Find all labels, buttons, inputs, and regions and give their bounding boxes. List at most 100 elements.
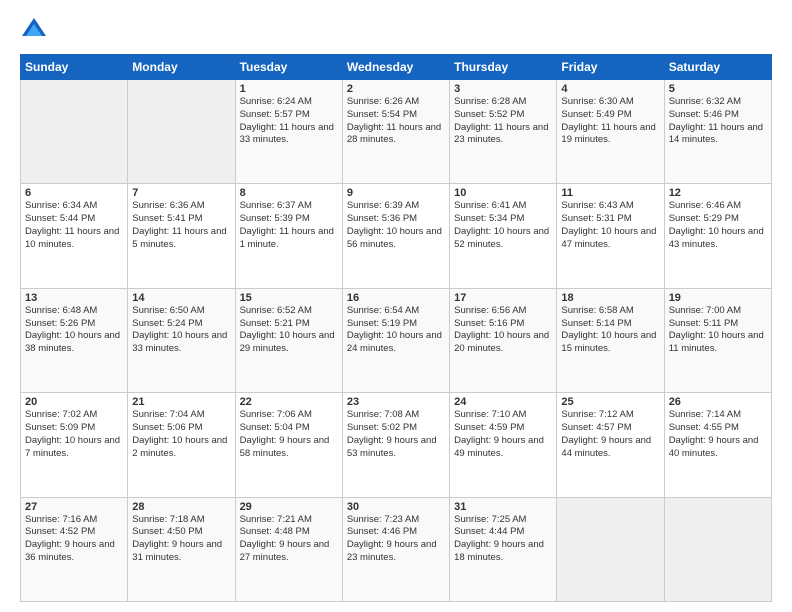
day-header: Saturday xyxy=(664,55,771,80)
calendar-cell: 1Sunrise: 6:24 AM Sunset: 5:57 PM Daylig… xyxy=(235,80,342,184)
day-number: 8 xyxy=(240,187,338,199)
day-header: Tuesday xyxy=(235,55,342,80)
calendar-cell: 28Sunrise: 7:18 AM Sunset: 4:50 PM Dayli… xyxy=(128,497,235,601)
calendar-cell: 9Sunrise: 6:39 AM Sunset: 5:36 PM Daylig… xyxy=(342,184,449,288)
calendar-cell: 24Sunrise: 7:10 AM Sunset: 4:59 PM Dayli… xyxy=(450,393,557,497)
calendar-cell: 19Sunrise: 7:00 AM Sunset: 5:11 PM Dayli… xyxy=(664,288,771,392)
calendar-cell: 11Sunrise: 6:43 AM Sunset: 5:31 PM Dayli… xyxy=(557,184,664,288)
day-info: Sunrise: 6:39 AM Sunset: 5:36 PM Dayligh… xyxy=(347,200,445,251)
day-header: Sunday xyxy=(21,55,128,80)
calendar-cell: 30Sunrise: 7:23 AM Sunset: 4:46 PM Dayli… xyxy=(342,497,449,601)
day-header: Friday xyxy=(557,55,664,80)
day-number: 24 xyxy=(454,396,552,408)
day-info: Sunrise: 6:36 AM Sunset: 5:41 PM Dayligh… xyxy=(132,200,230,251)
calendar-cell: 8Sunrise: 6:37 AM Sunset: 5:39 PM Daylig… xyxy=(235,184,342,288)
calendar-cell xyxy=(664,497,771,601)
day-number: 23 xyxy=(347,396,445,408)
calendar-cell: 5Sunrise: 6:32 AM Sunset: 5:46 PM Daylig… xyxy=(664,80,771,184)
calendar-cell xyxy=(21,80,128,184)
day-info: Sunrise: 6:24 AM Sunset: 5:57 PM Dayligh… xyxy=(240,96,338,147)
calendar-cell: 23Sunrise: 7:08 AM Sunset: 5:02 PM Dayli… xyxy=(342,393,449,497)
day-number: 6 xyxy=(25,187,123,199)
day-number: 5 xyxy=(669,83,767,95)
day-number: 19 xyxy=(669,292,767,304)
day-number: 15 xyxy=(240,292,338,304)
day-header: Thursday xyxy=(450,55,557,80)
logo xyxy=(20,16,52,44)
day-info: Sunrise: 6:50 AM Sunset: 5:24 PM Dayligh… xyxy=(132,305,230,356)
calendar-cell: 7Sunrise: 6:36 AM Sunset: 5:41 PM Daylig… xyxy=(128,184,235,288)
calendar-cell xyxy=(557,497,664,601)
day-number: 29 xyxy=(240,501,338,513)
calendar-week-row: 20Sunrise: 7:02 AM Sunset: 5:09 PM Dayli… xyxy=(21,393,772,497)
day-header: Monday xyxy=(128,55,235,80)
day-number: 26 xyxy=(669,396,767,408)
calendar-cell: 20Sunrise: 7:02 AM Sunset: 5:09 PM Dayli… xyxy=(21,393,128,497)
day-number: 28 xyxy=(132,501,230,513)
day-info: Sunrise: 7:18 AM Sunset: 4:50 PM Dayligh… xyxy=(132,514,230,565)
day-info: Sunrise: 7:08 AM Sunset: 5:02 PM Dayligh… xyxy=(347,409,445,460)
day-number: 21 xyxy=(132,396,230,408)
header xyxy=(20,16,772,44)
calendar-cell: 27Sunrise: 7:16 AM Sunset: 4:52 PM Dayli… xyxy=(21,497,128,601)
day-info: Sunrise: 6:32 AM Sunset: 5:46 PM Dayligh… xyxy=(669,96,767,147)
day-number: 4 xyxy=(561,83,659,95)
day-number: 10 xyxy=(454,187,552,199)
calendar-cell: 17Sunrise: 6:56 AM Sunset: 5:16 PM Dayli… xyxy=(450,288,557,392)
logo-icon xyxy=(20,16,48,44)
day-number: 16 xyxy=(347,292,445,304)
day-info: Sunrise: 6:37 AM Sunset: 5:39 PM Dayligh… xyxy=(240,200,338,251)
calendar-cell: 29Sunrise: 7:21 AM Sunset: 4:48 PM Dayli… xyxy=(235,497,342,601)
day-info: Sunrise: 7:14 AM Sunset: 4:55 PM Dayligh… xyxy=(669,409,767,460)
day-info: Sunrise: 6:54 AM Sunset: 5:19 PM Dayligh… xyxy=(347,305,445,356)
calendar-cell: 10Sunrise: 6:41 AM Sunset: 5:34 PM Dayli… xyxy=(450,184,557,288)
calendar-table: SundayMondayTuesdayWednesdayThursdayFrid… xyxy=(20,54,772,602)
day-info: Sunrise: 6:56 AM Sunset: 5:16 PM Dayligh… xyxy=(454,305,552,356)
day-number: 12 xyxy=(669,187,767,199)
calendar-cell: 2Sunrise: 6:26 AM Sunset: 5:54 PM Daylig… xyxy=(342,80,449,184)
calendar-week-row: 6Sunrise: 6:34 AM Sunset: 5:44 PM Daylig… xyxy=(21,184,772,288)
day-info: Sunrise: 7:06 AM Sunset: 5:04 PM Dayligh… xyxy=(240,409,338,460)
day-info: Sunrise: 6:30 AM Sunset: 5:49 PM Dayligh… xyxy=(561,96,659,147)
day-number: 9 xyxy=(347,187,445,199)
day-number: 17 xyxy=(454,292,552,304)
day-number: 7 xyxy=(132,187,230,199)
day-info: Sunrise: 6:26 AM Sunset: 5:54 PM Dayligh… xyxy=(347,96,445,147)
calendar-cell: 3Sunrise: 6:28 AM Sunset: 5:52 PM Daylig… xyxy=(450,80,557,184)
day-number: 2 xyxy=(347,83,445,95)
calendar-cell: 18Sunrise: 6:58 AM Sunset: 5:14 PM Dayli… xyxy=(557,288,664,392)
calendar-cell: 26Sunrise: 7:14 AM Sunset: 4:55 PM Dayli… xyxy=(664,393,771,497)
day-info: Sunrise: 7:12 AM Sunset: 4:57 PM Dayligh… xyxy=(561,409,659,460)
day-info: Sunrise: 6:28 AM Sunset: 5:52 PM Dayligh… xyxy=(454,96,552,147)
calendar-cell: 16Sunrise: 6:54 AM Sunset: 5:19 PM Dayli… xyxy=(342,288,449,392)
day-info: Sunrise: 6:46 AM Sunset: 5:29 PM Dayligh… xyxy=(669,200,767,251)
day-info: Sunrise: 7:10 AM Sunset: 4:59 PM Dayligh… xyxy=(454,409,552,460)
day-number: 25 xyxy=(561,396,659,408)
calendar-week-row: 27Sunrise: 7:16 AM Sunset: 4:52 PM Dayli… xyxy=(21,497,772,601)
calendar-cell: 4Sunrise: 6:30 AM Sunset: 5:49 PM Daylig… xyxy=(557,80,664,184)
day-info: Sunrise: 7:04 AM Sunset: 5:06 PM Dayligh… xyxy=(132,409,230,460)
calendar-week-row: 13Sunrise: 6:48 AM Sunset: 5:26 PM Dayli… xyxy=(21,288,772,392)
day-number: 3 xyxy=(454,83,552,95)
day-info: Sunrise: 6:43 AM Sunset: 5:31 PM Dayligh… xyxy=(561,200,659,251)
calendar-cell: 13Sunrise: 6:48 AM Sunset: 5:26 PM Dayli… xyxy=(21,288,128,392)
calendar-cell: 31Sunrise: 7:25 AM Sunset: 4:44 PM Dayli… xyxy=(450,497,557,601)
day-info: Sunrise: 7:02 AM Sunset: 5:09 PM Dayligh… xyxy=(25,409,123,460)
day-info: Sunrise: 6:48 AM Sunset: 5:26 PM Dayligh… xyxy=(25,305,123,356)
calendar-header-row: SundayMondayTuesdayWednesdayThursdayFrid… xyxy=(21,55,772,80)
calendar-cell xyxy=(128,80,235,184)
day-info: Sunrise: 6:58 AM Sunset: 5:14 PM Dayligh… xyxy=(561,305,659,356)
day-number: 18 xyxy=(561,292,659,304)
day-info: Sunrise: 6:41 AM Sunset: 5:34 PM Dayligh… xyxy=(454,200,552,251)
day-info: Sunrise: 7:00 AM Sunset: 5:11 PM Dayligh… xyxy=(669,305,767,356)
day-number: 20 xyxy=(25,396,123,408)
day-number: 27 xyxy=(25,501,123,513)
calendar-cell: 22Sunrise: 7:06 AM Sunset: 5:04 PM Dayli… xyxy=(235,393,342,497)
day-info: Sunrise: 7:25 AM Sunset: 4:44 PM Dayligh… xyxy=(454,514,552,565)
day-header: Wednesday xyxy=(342,55,449,80)
day-number: 13 xyxy=(25,292,123,304)
day-info: Sunrise: 7:16 AM Sunset: 4:52 PM Dayligh… xyxy=(25,514,123,565)
day-number: 1 xyxy=(240,83,338,95)
day-info: Sunrise: 6:52 AM Sunset: 5:21 PM Dayligh… xyxy=(240,305,338,356)
day-info: Sunrise: 6:34 AM Sunset: 5:44 PM Dayligh… xyxy=(25,200,123,251)
